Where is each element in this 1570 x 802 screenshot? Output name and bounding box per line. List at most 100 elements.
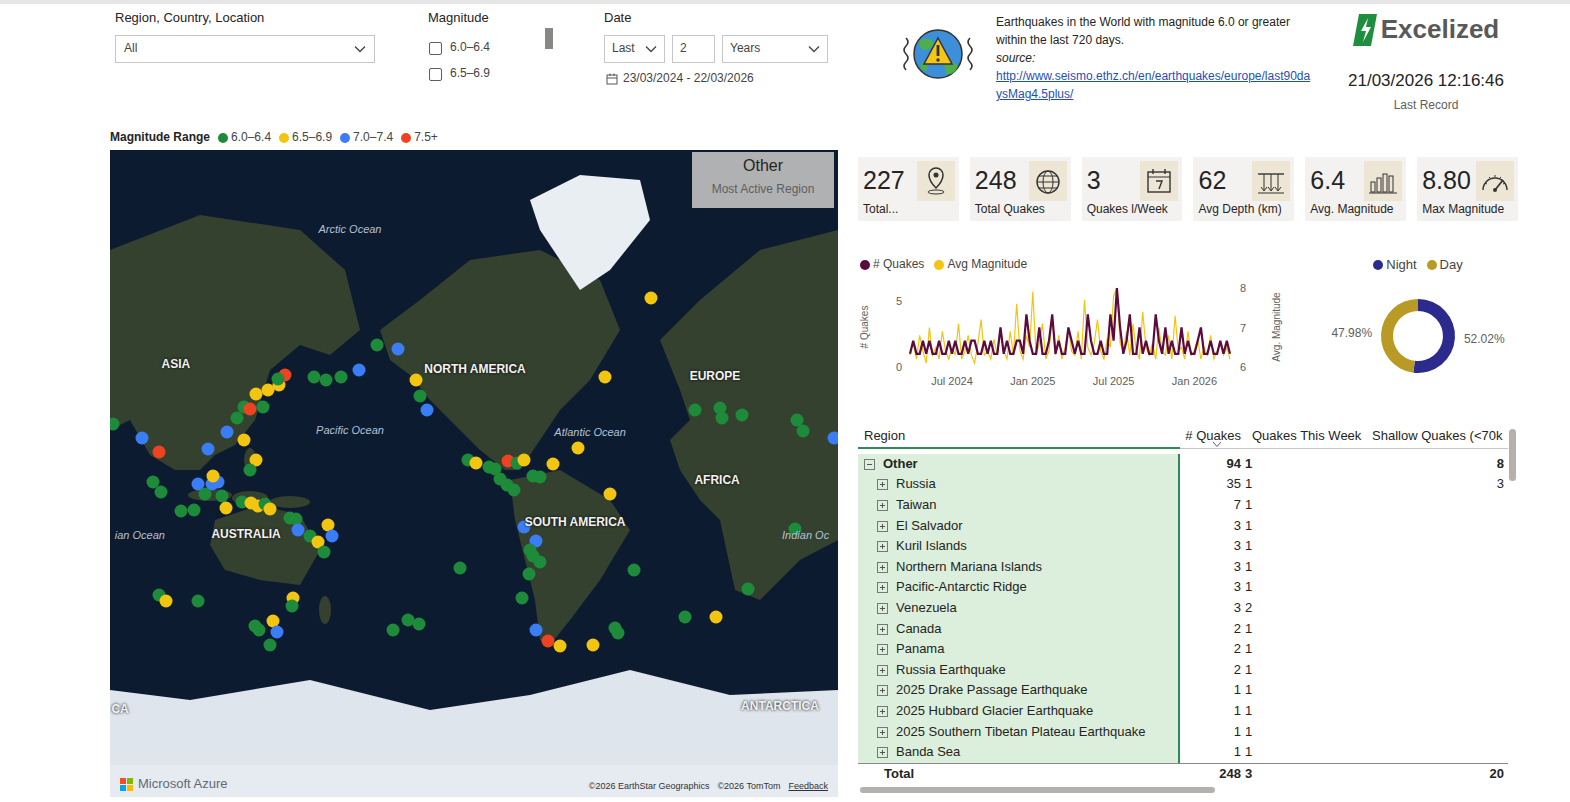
earthquake-pin[interactable] (517, 453, 530, 466)
earthquake-pin[interactable] (308, 371, 321, 384)
donut-slice[interactable] (1381, 299, 1418, 373)
earthquake-pin[interactable] (414, 389, 427, 402)
table-row[interactable]: Northern Mariana Islands31 (858, 557, 1518, 578)
earthquake-pin[interactable] (387, 623, 400, 636)
earthquake-pin[interactable] (715, 412, 728, 425)
region-name[interactable]: Banda Sea (896, 744, 960, 761)
region-name[interactable]: Panama (896, 641, 944, 658)
earthquake-pin[interactable] (546, 457, 559, 470)
period-count-input[interactable]: 2 (672, 35, 715, 63)
table-row[interactable]: Taiwan71 (858, 495, 1518, 516)
table-row[interactable]: Other9418 (858, 454, 1518, 475)
magnitude-option[interactable]: 6.5–6.9 (428, 61, 550, 87)
earthquake-pin[interactable] (604, 487, 617, 500)
table-row[interactable]: El Salvador31 (858, 516, 1518, 537)
region-name[interactable]: Canada (896, 621, 942, 638)
earthquake-pin[interactable] (199, 487, 212, 500)
earthquake-pin[interactable] (533, 471, 546, 484)
series-line[interactable] (910, 288, 1230, 354)
earthquake-pin[interactable] (253, 623, 266, 636)
table-row[interactable]: Panama21 (858, 639, 1518, 660)
earthquake-pin[interactable] (174, 504, 187, 517)
earthquake-pin[interactable] (735, 409, 748, 422)
earthquake-pin[interactable] (742, 582, 755, 595)
horizontal-scrollbar[interactable] (860, 787, 1215, 793)
earthquake-pin[interactable] (553, 639, 566, 652)
table-row[interactable]: 2025 Drake Passage Earthquake11 (858, 681, 1518, 702)
earthquake-pin[interactable] (192, 594, 205, 607)
earthquake-pin[interactable] (160, 594, 173, 607)
column-header[interactable]: Region (858, 425, 1180, 449)
earthquake-pin[interactable] (271, 626, 284, 639)
earthquake-pin[interactable] (220, 502, 233, 515)
region-name[interactable]: Venezuela (896, 600, 957, 617)
earthquake-pin[interactable] (257, 400, 270, 413)
earthquake-pin[interactable] (612, 627, 625, 640)
table-row[interactable]: Venezuela32 (858, 598, 1518, 619)
earthquake-pin[interactable] (243, 403, 256, 416)
earthquake-pin[interactable] (264, 638, 277, 651)
column-header[interactable]: # Quakes (1180, 425, 1243, 449)
region-name[interactable]: Northern Mariana Islands (896, 559, 1042, 576)
table-row[interactable]: Russia3513 (858, 475, 1518, 496)
earthquake-pin[interactable] (221, 426, 234, 439)
region-name[interactable]: Russia Earthquake (896, 662, 1006, 679)
earthquake-pin[interactable] (515, 591, 528, 604)
earthquake-pin[interactable] (187, 504, 200, 517)
series-line[interactable] (910, 288, 1230, 363)
earthquake-pin[interactable] (352, 364, 365, 377)
earthquake-pin[interactable] (678, 610, 691, 623)
earthquake-pin[interactable] (202, 443, 215, 456)
region-name[interactable]: Taiwan (896, 497, 936, 514)
earthquake-pin[interactable] (501, 479, 514, 492)
earthquake-pin[interactable] (243, 463, 256, 476)
feedback-link[interactable]: Feedback (788, 781, 828, 793)
earthquake-pin[interactable] (152, 446, 165, 459)
column-header[interactable]: Shallow Quakes (<70k (1371, 425, 1508, 449)
region-name[interactable]: 2025 Drake Passage Earthquake (896, 682, 1088, 699)
earthquake-pin[interactable] (271, 373, 284, 386)
earthquake-pin[interactable] (410, 374, 423, 387)
earthquake-pin[interactable] (797, 424, 810, 437)
earthquake-pin[interactable] (154, 485, 167, 498)
earthquake-pin[interactable] (292, 524, 305, 537)
earthquake-pin[interactable] (571, 442, 584, 455)
earthquake-pin[interactable] (599, 371, 612, 384)
region-name[interactable]: 2025 Southern Tibetan Plateau Earthquake (896, 724, 1145, 741)
table-row[interactable]: 2025 Southern Tibetan Plateau Earthquake… (858, 722, 1518, 743)
earthquake-pin[interactable] (530, 623, 543, 636)
earthquake-pin[interactable] (710, 611, 723, 624)
table-row[interactable]: Pacific-Antarctic Ridge31 (858, 578, 1518, 599)
table-row[interactable]: Russia Earthquake21 (858, 660, 1518, 681)
earthquake-pin[interactable] (136, 432, 149, 445)
region-name[interactable]: 2025 Hubbard Glacier Earthquake (896, 703, 1093, 720)
donut-slice[interactable] (1413, 299, 1455, 373)
earthquake-pin[interactable] (326, 530, 339, 543)
checkbox[interactable] (429, 42, 442, 55)
earthquake-pin[interactable] (533, 556, 546, 569)
earthquake-pin[interactable] (207, 470, 220, 483)
table-row[interactable]: Banda Sea11 (858, 742, 1518, 763)
scrollbar-thumb[interactable] (545, 28, 553, 49)
earthquake-pin[interactable] (421, 404, 434, 417)
source-link[interactable]: http://www.seismo.ethz.ch/en/earthquakes… (996, 67, 1316, 103)
earthquake-pin[interactable] (523, 567, 536, 580)
earthquake-pin[interactable] (334, 371, 347, 384)
period-unit-dropdown[interactable]: Years (722, 35, 828, 63)
region-dropdown[interactable]: All (115, 35, 375, 63)
earthquake-pin[interactable] (320, 374, 333, 387)
earthquake-pin[interactable] (370, 339, 383, 352)
earthquake-pin[interactable] (318, 545, 331, 558)
earthquake-pin[interactable] (216, 490, 229, 503)
earthquake-pin[interactable] (586, 638, 599, 651)
region-name[interactable]: Kuril Islands (896, 538, 967, 555)
vertical-scrollbar[interactable] (1509, 429, 1516, 481)
region-name[interactable]: Russia (896, 476, 936, 493)
column-header[interactable]: Quakes This Week (1243, 425, 1371, 449)
earthquake-pin[interactable] (249, 387, 262, 400)
earthquake-pin[interactable] (453, 561, 466, 574)
earthquake-pin[interactable] (231, 412, 244, 425)
table-row[interactable]: Kuril Islands31 (858, 536, 1518, 557)
earthquake-pin[interactable] (286, 599, 299, 612)
period-mode-dropdown[interactable]: Last (604, 35, 665, 63)
